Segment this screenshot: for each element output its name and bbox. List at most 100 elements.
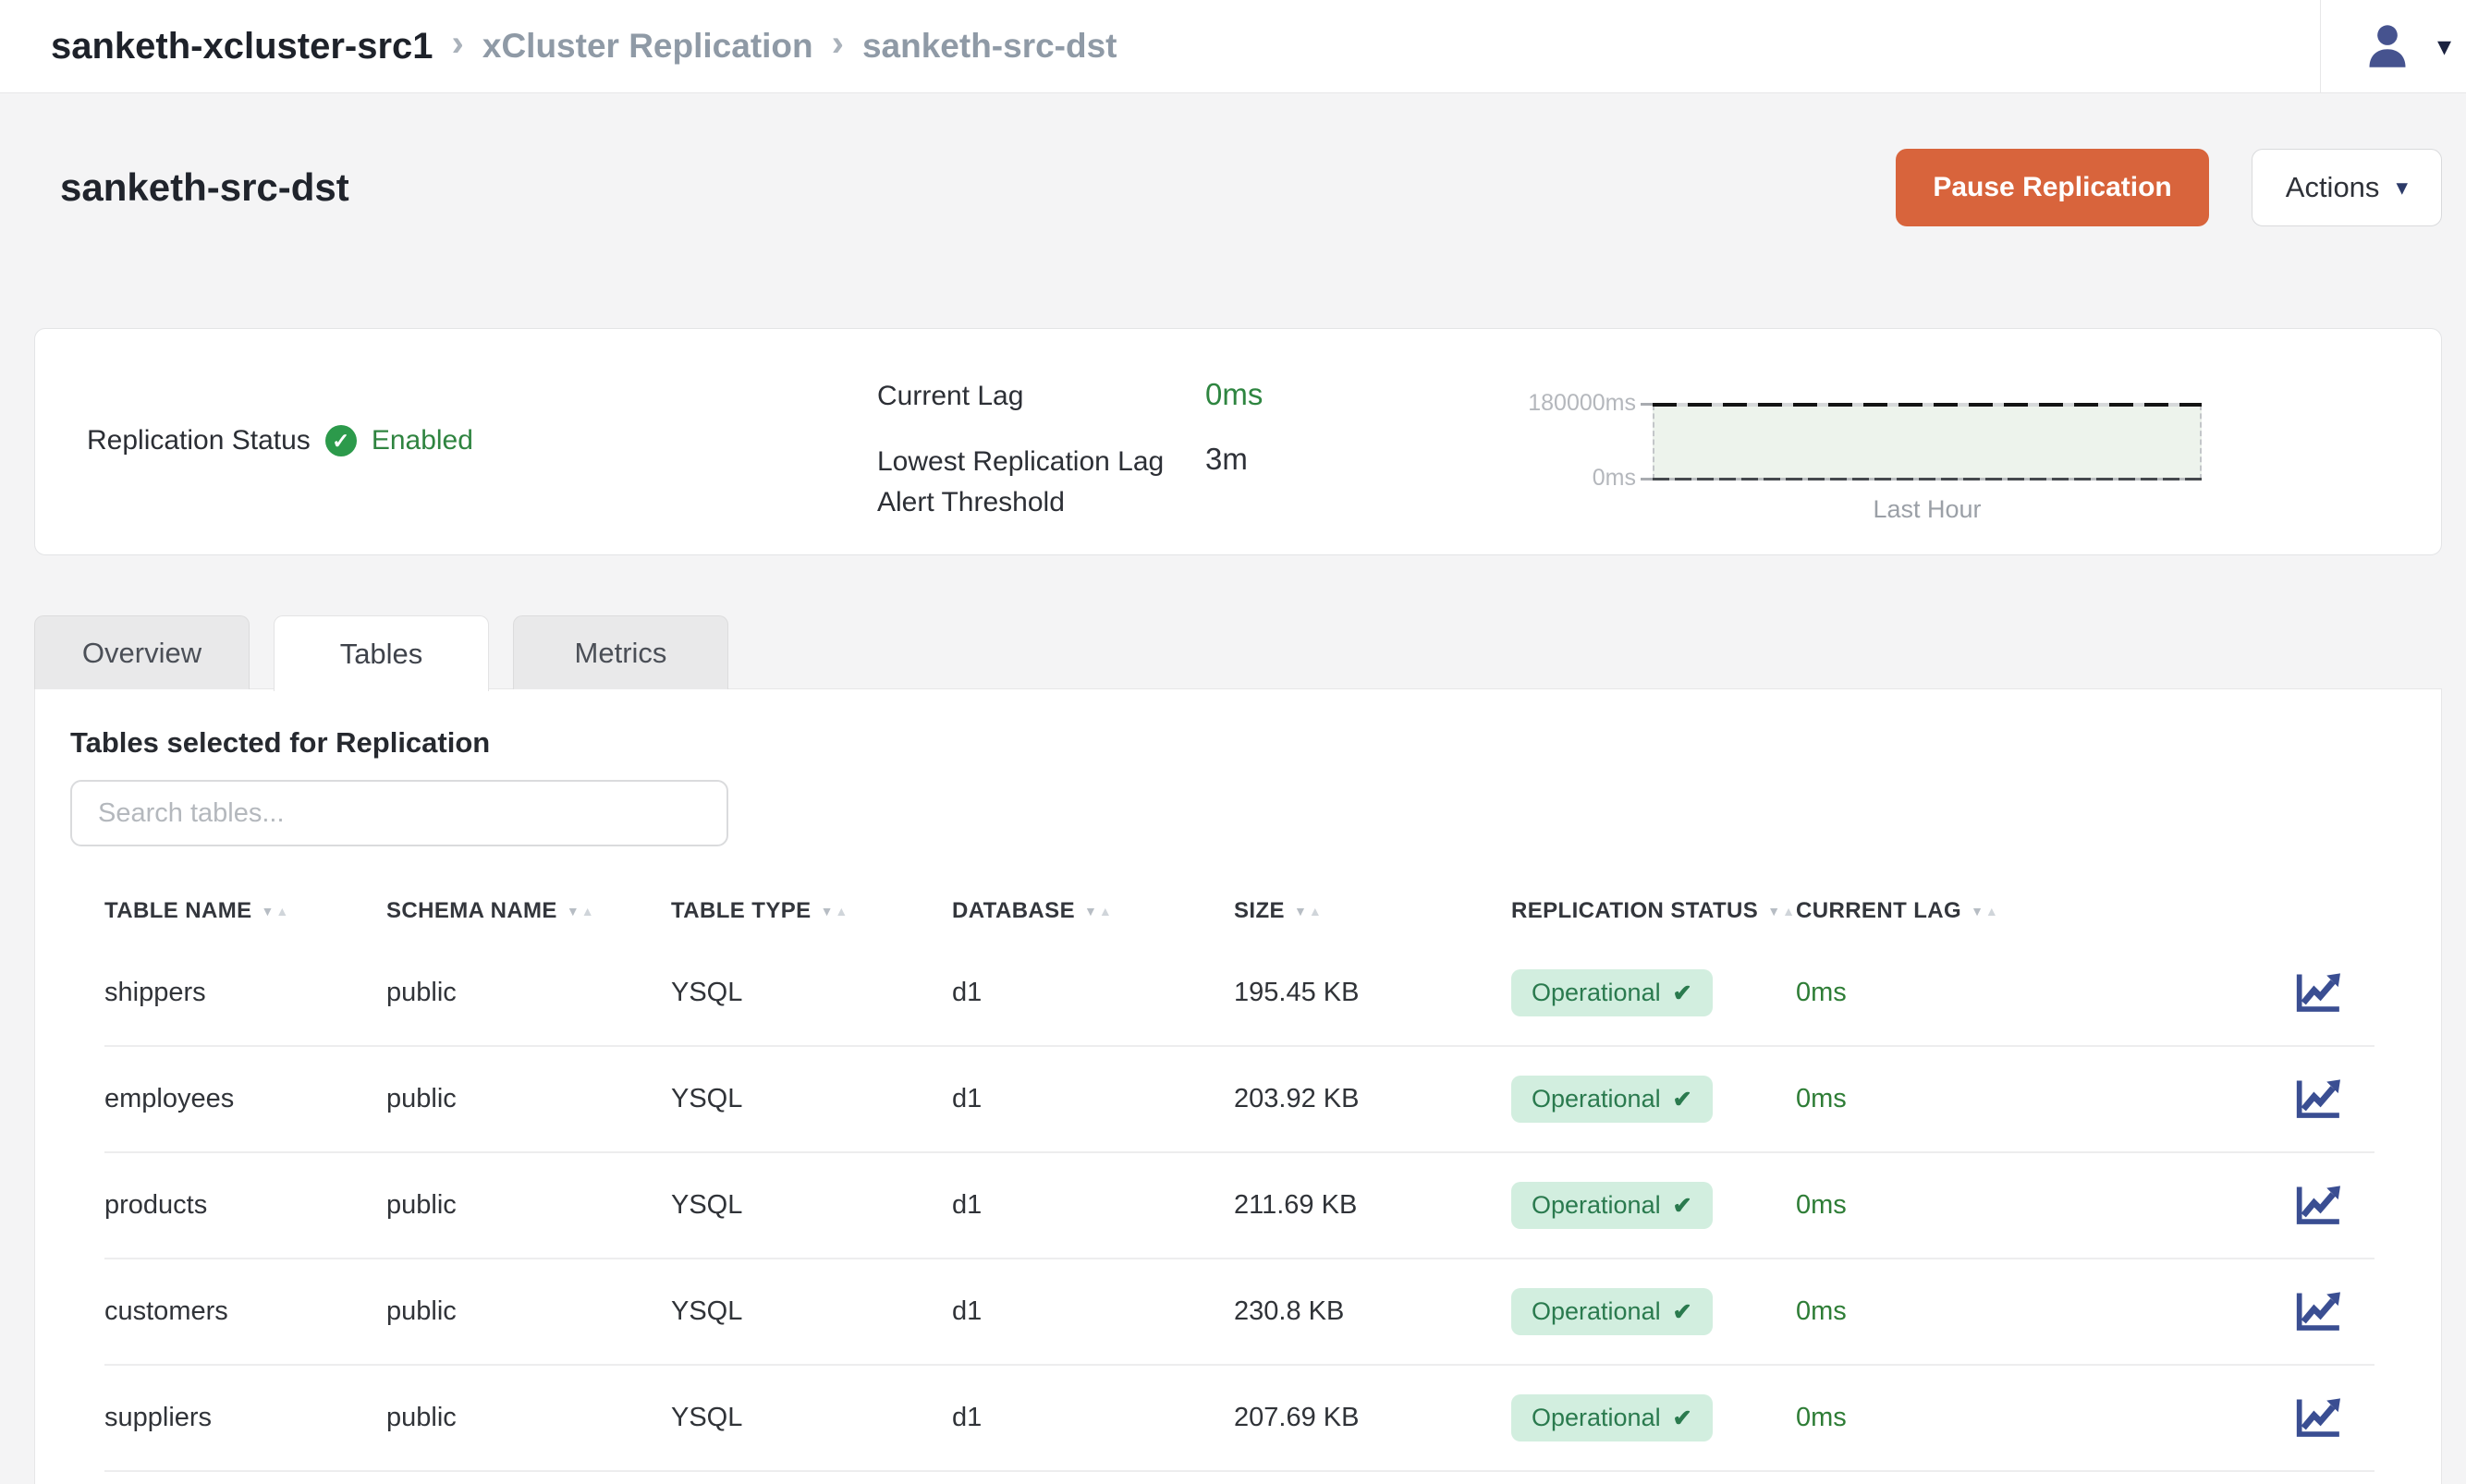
replication-status-badge: Operational ✔ xyxy=(1511,969,1713,1016)
replication-status-value: Enabled xyxy=(372,425,473,456)
row-lag-graph-icon[interactable] xyxy=(2291,1077,2374,1123)
cell-table-name: employees xyxy=(104,1084,386,1114)
search-tables-input[interactable] xyxy=(70,780,728,846)
current-lag-value: 0ms xyxy=(1205,377,1263,412)
cell-current-lag: 0ms xyxy=(1796,1190,2193,1221)
status-check-icon: ✔ xyxy=(1673,979,1692,1007)
column-header-label: SCHEMA NAME xyxy=(386,898,557,924)
tab-tables[interactable]: Tables xyxy=(274,615,489,691)
alert-threshold-line xyxy=(1653,403,2202,407)
column-header-label: TABLE TYPE xyxy=(671,898,812,924)
actions-dropdown-button[interactable]: Actions ▾ xyxy=(2252,149,2442,226)
cell-database: d1 xyxy=(952,1190,1234,1221)
sort-icon: ▼▲ xyxy=(1767,904,1795,918)
cell-size: 207.69 KB xyxy=(1234,1403,1511,1433)
caret-down-icon: ▾ xyxy=(2396,174,2408,201)
row-lag-graph-icon[interactable] xyxy=(2291,1395,2374,1441)
table-row: products public YSQL d1 211.69 KB Operat… xyxy=(104,1153,2374,1259)
current-lag-line xyxy=(1653,478,2202,480)
cell-current-lag: 0ms xyxy=(1796,1084,2193,1114)
status-badge-label: Operational xyxy=(1532,1191,1661,1220)
replication-status-badge: Operational ✔ xyxy=(1511,1288,1713,1335)
cell-current-lag: 0ms xyxy=(1796,978,2193,1008)
cell-schema-name: public xyxy=(386,1296,671,1327)
alert-threshold-label-line2: Alert Threshold xyxy=(877,482,1164,523)
user-avatar-icon[interactable] xyxy=(2363,22,2411,70)
breadcrumb-xcluster-link[interactable]: xCluster Replication xyxy=(482,27,813,66)
sort-icon: ▼▲ xyxy=(262,904,289,918)
cell-size: 195.45 KB xyxy=(1234,978,1511,1008)
replication-tables-table: TABLE NAME ▼▲ SCHEMA NAME ▼▲ TABLE TYPE … xyxy=(104,882,2374,1472)
status-check-icon: ✔ xyxy=(1673,1298,1692,1326)
column-header-schema-name[interactable]: SCHEMA NAME ▼▲ xyxy=(386,898,671,924)
row-lag-graph-icon[interactable] xyxy=(2291,1289,2374,1335)
breadcrumb-current: sanketh-src-dst xyxy=(862,27,1117,66)
status-badge-label: Operational xyxy=(1532,979,1661,1007)
pause-replication-button[interactable]: Pause Replication xyxy=(1896,149,2208,226)
cell-current-lag: 0ms xyxy=(1796,1296,2193,1327)
status-badge-label: Operational xyxy=(1532,1404,1661,1432)
chevron-right-icon: › xyxy=(452,25,464,67)
replication-status-group: Replication Status ✓ Enabled xyxy=(87,425,473,456)
tab-metrics[interactable]: Metrics xyxy=(513,615,728,689)
column-header-table-type[interactable]: TABLE TYPE ▼▲ xyxy=(671,898,952,924)
page-title: sanketh-src-dst xyxy=(60,165,349,210)
table-row: suppliers public YSQL d1 207.69 KB Opera… xyxy=(104,1366,2374,1472)
chart-ytick-min: 0ms xyxy=(1473,465,1636,492)
cell-table-type: YSQL xyxy=(671,978,952,1008)
table-row: employees public YSQL d1 203.92 KB Opera… xyxy=(104,1047,2374,1153)
tables-panel-heading: Tables selected for Replication xyxy=(70,726,490,760)
cell-database: d1 xyxy=(952,1296,1234,1327)
chart-tick-mark xyxy=(1641,478,1653,480)
lag-labels: Current Lag Lowest Replication Lag Alert… xyxy=(877,381,1164,522)
sort-icon: ▼▲ xyxy=(1971,904,1998,918)
table-header-row: TABLE NAME ▼▲ SCHEMA NAME ▼▲ TABLE TYPE … xyxy=(104,882,2374,941)
cell-size: 203.92 KB xyxy=(1234,1084,1511,1114)
lag-values: 0ms 3m xyxy=(1205,377,1263,477)
breadcrumb-universe-link[interactable]: sanketh-xcluster-src1 xyxy=(51,26,433,67)
column-header-label: DATABASE xyxy=(952,898,1075,924)
cell-table-type: YSQL xyxy=(671,1190,952,1221)
chevron-right-icon: › xyxy=(832,25,844,67)
column-header-replication-status[interactable]: REPLICATION STATUS ▼▲ xyxy=(1511,898,1796,924)
tab-overview[interactable]: Overview xyxy=(34,615,250,689)
chart-ytick-max: 180000ms xyxy=(1473,390,1636,417)
status-check-icon: ✔ xyxy=(1673,1086,1692,1113)
cell-schema-name: public xyxy=(386,1403,671,1433)
row-lag-graph-icon[interactable] xyxy=(2291,970,2374,1016)
replication-status-card: Replication Status ✓ Enabled Current Lag… xyxy=(34,328,2442,555)
navbar-right: ▾ xyxy=(2320,0,2466,92)
status-check-icon: ✔ xyxy=(1673,1405,1692,1432)
cell-schema-name: public xyxy=(386,978,671,1008)
column-header-size[interactable]: SIZE ▼▲ xyxy=(1234,898,1511,924)
cell-table-type: YSQL xyxy=(671,1084,952,1114)
nav-divider xyxy=(2320,0,2321,93)
column-header-label: REPLICATION STATUS xyxy=(1511,898,1758,924)
column-header-database[interactable]: DATABASE ▼▲ xyxy=(952,898,1234,924)
column-header-table-name[interactable]: TABLE NAME ▼▲ xyxy=(104,898,386,924)
chart-xlabel: Last Hour xyxy=(1653,495,2202,524)
cell-size: 230.8 KB xyxy=(1234,1296,1511,1327)
sort-icon: ▼▲ xyxy=(821,904,848,918)
alert-threshold-label-line1: Lowest Replication Lag xyxy=(877,442,1164,482)
cell-database: d1 xyxy=(952,1084,1234,1114)
cell-schema-name: public xyxy=(386,1084,671,1114)
cell-schema-name: public xyxy=(386,1190,671,1221)
breadcrumb: sanketh-xcluster-src1 › xCluster Replica… xyxy=(51,25,1117,67)
status-check-icon: ✔ xyxy=(1673,1192,1692,1220)
table-row: shippers public YSQL d1 195.45 KB Operat… xyxy=(104,941,2374,1047)
tables-panel: Tables selected for Replication TABLE NA… xyxy=(34,688,2442,1484)
table-row: customers public YSQL d1 230.8 KB Operat… xyxy=(104,1259,2374,1366)
alert-threshold-label: Lowest Replication Lag Alert Threshold xyxy=(877,442,1164,522)
column-header-label: SIZE xyxy=(1234,898,1285,924)
sort-icon: ▼▲ xyxy=(1294,904,1322,918)
user-menu-caret-icon[interactable]: ▾ xyxy=(2437,30,2451,63)
column-header-label: CURRENT LAG xyxy=(1796,898,1961,924)
cell-table-type: YSQL xyxy=(671,1296,952,1327)
lag-chart-plot xyxy=(1653,405,2202,480)
column-header-current-lag[interactable]: CURRENT LAG ▼▲ xyxy=(1796,898,2193,924)
row-lag-graph-icon[interactable] xyxy=(2291,1183,2374,1229)
sort-icon: ▼▲ xyxy=(1084,904,1112,918)
status-badge-label: Operational xyxy=(1532,1297,1661,1326)
replication-status-badge: Operational ✔ xyxy=(1511,1076,1713,1123)
